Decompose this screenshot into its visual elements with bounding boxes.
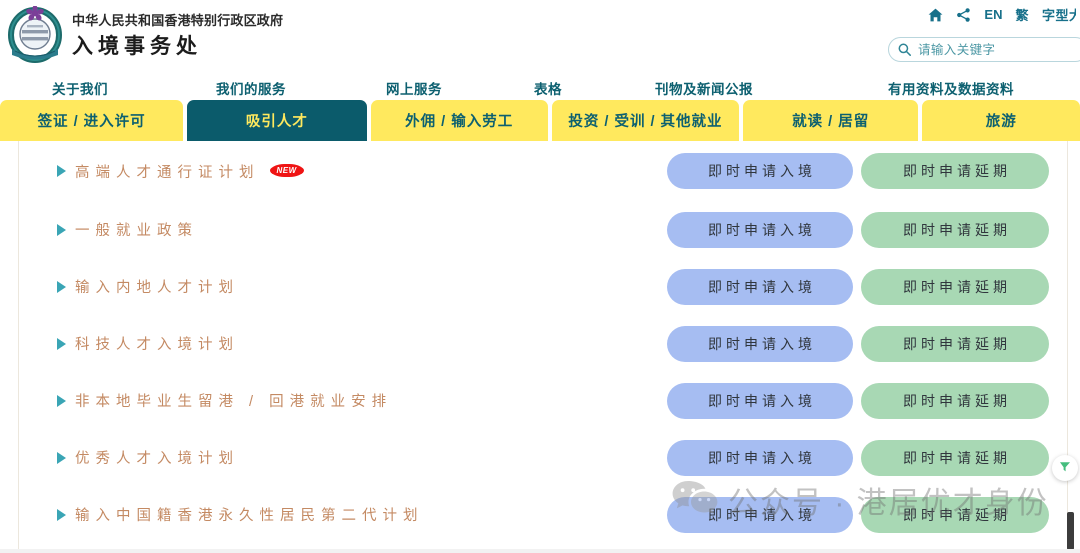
category-tab-bar: 签证 / 进入许可 吸引人才 外佣 / 输入劳工 投资 / 受训 / 其他就业 … — [0, 100, 1080, 141]
apply-entry-button[interactable]: 即时申请入境 — [667, 325, 853, 362]
apply-extension-button[interactable]: 即时申请延期 — [861, 268, 1049, 305]
row-actions: 即时申请入境 即时申请延期 — [667, 496, 1049, 533]
caret-right-icon — [57, 508, 66, 521]
caret-right-icon — [57, 280, 66, 293]
list-item[interactable]: 输入内地人才计划 即时申请入境 即时申请延期 — [19, 258, 1067, 315]
scheme-title: 输入中国籍香港永久性居民第二代计划 — [75, 508, 424, 524]
row-actions: 即时申请入境 即时申请延期 — [667, 211, 1049, 248]
share-icon[interactable] — [956, 7, 971, 22]
tab-investment-training-other-employment[interactable]: 投资 / 受训 / 其他就业 — [551, 100, 740, 141]
utility-bar: EN 繁 字型大小 — [928, 5, 1076, 24]
row-actions: 即时申请入境 即时申请延期 — [667, 153, 1049, 189]
list-item[interactable]: 输入中国籍香港永久性居民第二代计划 即时申请入境 即时申请延期 — [19, 486, 1067, 543]
scheme-title: 科技人才入境计划 — [75, 337, 239, 353]
tab-attracting-talent[interactable]: 吸引人才 — [187, 100, 367, 141]
scheme-title: 高端人才通行证计划 — [75, 164, 260, 181]
lang-en-link[interactable]: EN — [984, 7, 1002, 22]
list-item[interactable]: 非本地毕业生留港 / 回港就业安排 即时申请入境 即时申请延期 — [19, 372, 1067, 429]
scheme-link[interactable]: 非本地毕业生留港 / 回港就业安排 — [57, 390, 392, 411]
apply-entry-button[interactable]: 即时申请入境 — [667, 439, 853, 476]
nav-item-our-services[interactable]: 我们的服务 — [216, 78, 286, 98]
apply-extension-button[interactable]: 即时申请延期 — [861, 211, 1049, 248]
tab-travel[interactable]: 旅游 — [922, 100, 1080, 141]
caret-right-icon — [57, 223, 66, 236]
row-actions: 即时申请入境 即时申请延期 — [667, 439, 1049, 476]
government-line: 中华人民共和国香港特别行政区政府 — [72, 13, 284, 28]
apply-extension-button[interactable]: 即时申请延期 — [861, 325, 1049, 362]
scroll-up-icon — [1058, 459, 1072, 478]
tab-domestic-helper-imported-labour[interactable]: 外佣 / 输入劳工 — [370, 100, 548, 141]
page-root: 中华人民共和国香港特别行政区政府 入境事务处 EN 繁 字型大小 — [0, 0, 1080, 553]
caret-right-icon — [57, 165, 66, 177]
apply-extension-button[interactable]: 即时申请延期 — [861, 496, 1049, 533]
apply-extension-button[interactable]: 即时申请延期 — [861, 153, 1049, 189]
department-line: 入境事务处 — [72, 35, 202, 58]
list-item[interactable]: 优秀人才入境计划 即时申请入境 即时申请延期 — [19, 429, 1067, 486]
search-input[interactable] — [918, 42, 1078, 57]
nav-item-useful-information[interactable]: 有用资料及数据资料 — [888, 78, 1014, 98]
list-item[interactable]: 科技人才入境计划 即时申请入境 即时申请延期 — [19, 315, 1067, 372]
nav-item-forms[interactable]: 表格 — [534, 78, 562, 98]
scheme-title: 非本地毕业生留港 / 回港就业安排 — [75, 394, 393, 410]
scheme-link[interactable]: 科技人才入境计划 — [57, 333, 239, 354]
caret-right-icon — [57, 337, 66, 350]
scheme-link[interactable]: 输入内地人才计划 — [57, 276, 239, 297]
font-size-link[interactable]: 字型大小 — [1042, 5, 1076, 24]
apply-extension-button[interactable]: 即时申请延期 — [861, 439, 1049, 476]
nav-item-publications-press[interactable]: 刊物及新闻公报 — [655, 78, 753, 98]
tab-study-residence[interactable]: 就读 / 居留 — [743, 100, 919, 141]
row-actions: 即时申请入境 即时申请延期 — [667, 268, 1049, 305]
hk-immigration-crest-icon — [8, 6, 62, 64]
search-icon — [898, 43, 911, 56]
scheme-link[interactable]: 一般就业政策 — [57, 219, 198, 240]
scroll-up-button[interactable] — [1052, 455, 1078, 481]
main-navigation: 关于我们 我们的服务 网上服务 表格 刊物及新闻公报 有用资料及数据资料 — [0, 76, 1080, 99]
scheme-title: 优秀人才入境计划 — [75, 451, 239, 467]
scheme-link[interactable]: 优秀人才入境计划 — [57, 447, 239, 468]
window-bottom-edge — [0, 549, 1080, 553]
scheme-panel: 高端人才通行证计划 NEW 即时申请入境 即时申请延期 一般就业政策 即时申请入… — [18, 141, 1068, 553]
apply-entry-button[interactable]: 即时申请入境 — [667, 268, 853, 305]
caret-right-icon — [57, 451, 66, 464]
apply-entry-button[interactable]: 即时申请入境 — [667, 382, 853, 419]
search-box[interactable] — [888, 37, 1080, 62]
vertical-scrollbar-thumb[interactable] — [1067, 512, 1074, 550]
new-badge: NEW — [270, 163, 303, 177]
brand-block[interactable]: 中华人民共和国香港特别行政区政府 入境事务处 — [8, 6, 283, 64]
tab-visa-entry-permit[interactable]: 签证 / 进入许可 — [0, 100, 184, 141]
row-actions: 即时申请入境 即时申请延期 — [667, 325, 1049, 362]
nav-item-online-services[interactable]: 网上服务 — [386, 78, 442, 98]
row-actions: 即时申请入境 即时申请延期 — [667, 382, 1049, 419]
caret-right-icon — [57, 394, 66, 407]
scheme-title: 输入内地人才计划 — [75, 280, 239, 296]
lang-traditional-link[interactable]: 繁 — [1015, 5, 1029, 24]
content-area: 高端人才通行证计划 NEW 即时申请入境 即时申请延期 一般就业政策 即时申请入… — [0, 141, 1080, 553]
site-header: 中华人民共和国香港特别行政区政府 入境事务处 EN 繁 字型大小 — [0, 0, 1080, 72]
nav-item-about-us[interactable]: 关于我们 — [52, 78, 108, 98]
brand-text: 中华人民共和国香港特别行政区政府 入境事务处 — [72, 8, 283, 62]
scheme-link[interactable]: 输入中国籍香港永久性居民第二代计划 — [57, 504, 424, 525]
scheme-link[interactable]: 高端人才通行证计划 NEW — [57, 161, 303, 182]
list-item[interactable]: 高端人才通行证计划 NEW 即时申请入境 即时申请延期 — [19, 141, 1067, 201]
apply-entry-button[interactable]: 即时申请入境 — [667, 211, 853, 248]
list-item[interactable]: 一般就业政策 即时申请入境 即时申请延期 — [19, 201, 1067, 258]
apply-entry-button[interactable]: 即时申请入境 — [667, 153, 853, 189]
scheme-list: 高端人才通行证计划 NEW 即时申请入境 即时申请延期 一般就业政策 即时申请入… — [19, 141, 1067, 543]
apply-entry-button[interactable]: 即时申请入境 — [667, 496, 853, 533]
scheme-title: 一般就业政策 — [75, 223, 198, 239]
home-icon[interactable] — [928, 8, 943, 22]
apply-extension-button[interactable]: 即时申请延期 — [861, 382, 1049, 419]
